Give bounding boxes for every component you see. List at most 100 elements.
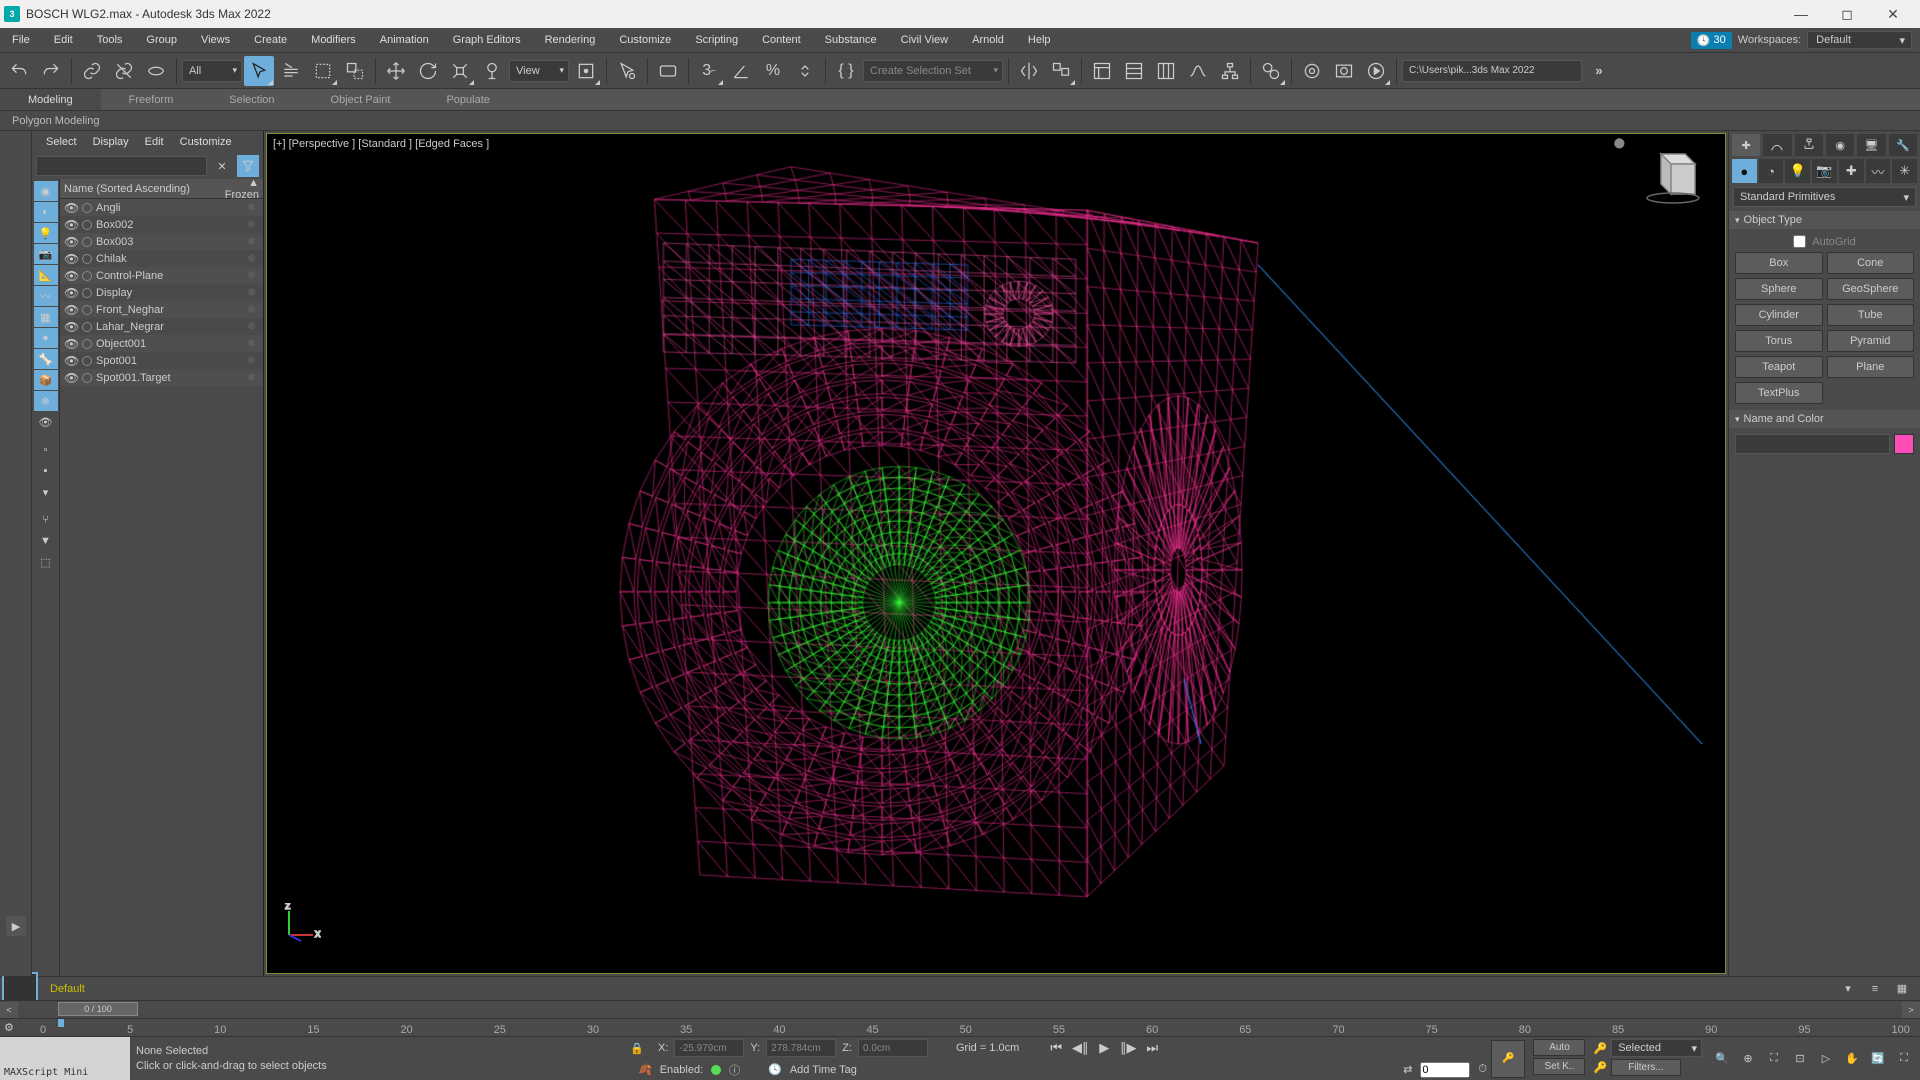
menu-customize[interactable]: Customize xyxy=(607,28,683,52)
menu-group[interactable]: Group xyxy=(134,28,189,52)
menu-scripting[interactable]: Scripting xyxy=(683,28,750,52)
freeze-dot[interactable] xyxy=(82,322,92,332)
undo-button[interactable] xyxy=(4,56,34,86)
coord-y-input[interactable] xyxy=(766,1039,836,1057)
use-pivot-button[interactable] xyxy=(571,56,601,86)
prim-torus-button[interactable]: Torus xyxy=(1735,330,1823,352)
menu-civilview[interactable]: Civil View xyxy=(889,28,960,52)
menu-views[interactable]: Views xyxy=(189,28,242,52)
layer-isolate-icon[interactable]: ▦ xyxy=(1890,979,1914,999)
zoom-icon[interactable]: 🔍 xyxy=(1710,1048,1734,1070)
scale-button[interactable] xyxy=(445,56,475,86)
list-item[interactable]: 👁Front_Neghar❄ xyxy=(60,301,263,318)
autogrid-checkbox[interactable] xyxy=(1793,235,1806,248)
viewport[interactable]: [+] [Perspective ] [Standard ] [Edged Fa… xyxy=(266,133,1726,974)
selection-filter-dropdown[interactable]: All xyxy=(182,60,242,82)
cmd-tab-motion[interactable]: ◉ xyxy=(1826,134,1854,156)
menu-create[interactable]: Create xyxy=(242,28,299,52)
freeze-dot[interactable] xyxy=(82,237,92,247)
frozen-icon[interactable]: ❄ xyxy=(247,303,263,316)
cmd-cat-shapes[interactable]: ◔ xyxy=(1759,159,1784,183)
zoom-extents-icon[interactable]: ⛶ xyxy=(1762,1048,1786,1070)
mirror-button[interactable] xyxy=(1014,56,1044,86)
percent-snap-button[interactable]: % xyxy=(758,56,788,86)
se-menu-edit[interactable]: Edit xyxy=(145,136,164,148)
freeze-dot[interactable] xyxy=(82,203,92,213)
prim-cone-button[interactable]: Cone xyxy=(1827,252,1915,274)
freeze-dot[interactable] xyxy=(82,305,92,315)
visibility-icon[interactable]: 👁 xyxy=(64,218,78,232)
ribbon-tab-selection[interactable]: Selection xyxy=(201,89,302,110)
layer-dropdown-icon[interactable]: ▾ xyxy=(1836,979,1860,999)
visibility-icon[interactable]: 👁 xyxy=(64,320,78,334)
prim-box-button[interactable]: Box xyxy=(1735,252,1823,274)
se-filter-frozen-icon[interactable]: ❄ xyxy=(34,391,58,411)
rollout-object-type[interactable]: Object Type xyxy=(1729,211,1920,229)
layer-manager-icon[interactable]: ≡ xyxy=(1863,979,1887,999)
list-item[interactable]: 👁Spot001❄ xyxy=(60,352,263,369)
key-selected-dropdown[interactable]: Selected xyxy=(1611,1039,1702,1057)
cmd-tab-modify[interactable] xyxy=(1763,134,1791,156)
list-item[interactable]: 👁Spot001.Target❄ xyxy=(60,369,263,386)
snap-toggle-button[interactable]: 3⌐ xyxy=(694,56,724,86)
prim-plane-button[interactable]: Plane xyxy=(1827,356,1915,378)
list-item[interactable]: 👁Object001❄ xyxy=(60,335,263,352)
frozen-icon[interactable]: ❄ xyxy=(247,354,263,367)
se-list-header[interactable]: Name (Sorted Ascending) ▲ Frozen xyxy=(60,179,263,199)
coord-z-input[interactable] xyxy=(858,1039,928,1057)
se-search-input[interactable] xyxy=(36,156,207,176)
time-slider-handle[interactable]: 0 / 100 xyxy=(58,1002,138,1016)
schematic-view-button[interactable] xyxy=(1215,56,1245,86)
list-item[interactable]: 👁Box002❄ xyxy=(60,216,263,233)
list-item[interactable]: 👁Angli❄ xyxy=(60,199,263,216)
rectangle-region-button[interactable] xyxy=(308,56,338,86)
se-clear-button[interactable]: ✕ xyxy=(211,155,233,177)
se-filter-bone-icon[interactable]: 🦴 xyxy=(34,349,58,369)
next-frame-button[interactable]: ∥▶ xyxy=(1117,1037,1139,1059)
ribbon-tab-freeform[interactable]: Freeform xyxy=(101,89,202,110)
select-object-button[interactable] xyxy=(244,56,274,86)
zoom-extents-all-icon[interactable]: ⊡ xyxy=(1788,1048,1812,1070)
add-time-tag[interactable]: Add Time Tag xyxy=(790,1064,857,1076)
se-filter-lights-icon[interactable]: 💡 xyxy=(34,223,58,243)
align-button[interactable] xyxy=(1046,56,1076,86)
prim-cylinder-button[interactable]: Cylinder xyxy=(1735,304,1823,326)
frozen-icon[interactable]: ❄ xyxy=(247,235,263,248)
project-path-field[interactable]: C:\Users\pik...3ds Max 2022 xyxy=(1402,60,1582,82)
time-prev-button[interactable]: < xyxy=(0,1002,18,1018)
freeze-dot[interactable] xyxy=(82,271,92,281)
ribbon-panel-label[interactable]: Polygon Modeling xyxy=(0,111,1920,131)
cmd-cat-geometry[interactable]: ● xyxy=(1732,159,1757,183)
fov-icon[interactable]: ▷ xyxy=(1814,1048,1838,1070)
list-item[interactable]: 👁Display❄ xyxy=(60,284,263,301)
cmd-cat-spacewarps[interactable]: 〰 xyxy=(1866,159,1891,183)
ribbon-tab-objectpaint[interactable]: Object Paint xyxy=(303,89,419,110)
minimize-button[interactable]: — xyxy=(1778,0,1824,28)
menu-edit[interactable]: Edit xyxy=(42,28,85,52)
placement-button[interactable] xyxy=(477,56,507,86)
prim-tube-button[interactable]: Tube xyxy=(1827,304,1915,326)
key-filters-button[interactable]: Filters... xyxy=(1611,1059,1681,1076)
time-next-button[interactable]: > xyxy=(1902,1002,1920,1018)
cmd-cat-helpers[interactable]: ✚ xyxy=(1839,159,1864,183)
visibility-icon[interactable]: 👁 xyxy=(64,371,78,385)
frozen-icon[interactable]: ❄ xyxy=(247,269,263,282)
frozen-icon[interactable]: ❄ xyxy=(247,218,263,231)
se-filter-geometry-icon[interactable]: ◉ xyxy=(34,181,58,201)
visibility-icon[interactable]: 👁 xyxy=(64,252,78,266)
se-sort-b-icon[interactable]: ▪ xyxy=(34,461,58,481)
freeze-dot[interactable] xyxy=(82,288,92,298)
isolate-toggle-icon[interactable]: ⓘ xyxy=(729,1062,740,1078)
se-filter-shapes-icon[interactable]: ◐ xyxy=(34,202,58,222)
freeze-dot[interactable] xyxy=(82,220,92,230)
spinner-snap-button[interactable] xyxy=(790,56,820,86)
angle-snap-button[interactable] xyxy=(726,56,756,86)
lock-selection-icon[interactable]: 🔒 xyxy=(630,1042,650,1055)
redo-button[interactable] xyxy=(36,56,66,86)
maximize-button[interactable]: ◻ xyxy=(1824,0,1870,28)
zoom-all-icon[interactable]: ⊕ xyxy=(1736,1048,1760,1070)
frozen-icon[interactable]: ❄ xyxy=(247,252,263,265)
cmd-tab-display[interactable]: 🖥 xyxy=(1857,134,1885,156)
pan-icon[interactable]: ✋ xyxy=(1840,1048,1864,1070)
freeze-dot[interactable] xyxy=(82,339,92,349)
